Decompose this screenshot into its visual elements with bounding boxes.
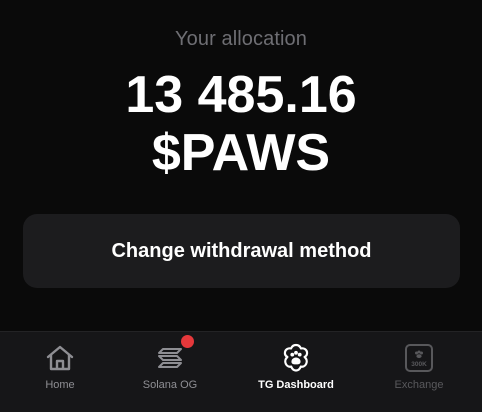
allocation-label: Your allocation bbox=[175, 28, 307, 50]
exchange-icon: 300K bbox=[405, 344, 433, 372]
home-icon bbox=[46, 345, 74, 371]
tab-solana-og-label: Solana OG bbox=[142, 379, 198, 391]
tab-home-label: Home bbox=[45, 379, 75, 391]
exchange-icon-text: 300K bbox=[411, 361, 427, 368]
change-withdrawal-method-label: Change withdrawal method bbox=[111, 239, 372, 262]
tab-exchange[interactable]: 300K Exchange bbox=[359, 332, 479, 412]
tab-exchange-label: Exchange bbox=[394, 379, 444, 391]
change-withdrawal-method-button[interactable]: Change withdrawal method bbox=[23, 214, 460, 288]
solana-icon bbox=[158, 348, 182, 368]
allocation-amount: 13 485.16 bbox=[125, 66, 357, 124]
paw-icon bbox=[283, 343, 309, 372]
allocation-token: $PAWS bbox=[151, 124, 331, 182]
tab-solana-og[interactable]: Solana OG bbox=[110, 332, 230, 412]
tab-tg-dashboard[interactable]: TG Dashboard bbox=[236, 332, 356, 412]
notification-dot bbox=[181, 335, 194, 348]
bottom-tab-bar: Home Solana OG TG Dashboard 300K Exchang… bbox=[0, 331, 482, 412]
tab-home[interactable]: Home bbox=[0, 332, 120, 412]
tab-tg-dashboard-label: TG Dashboard bbox=[258, 379, 334, 391]
